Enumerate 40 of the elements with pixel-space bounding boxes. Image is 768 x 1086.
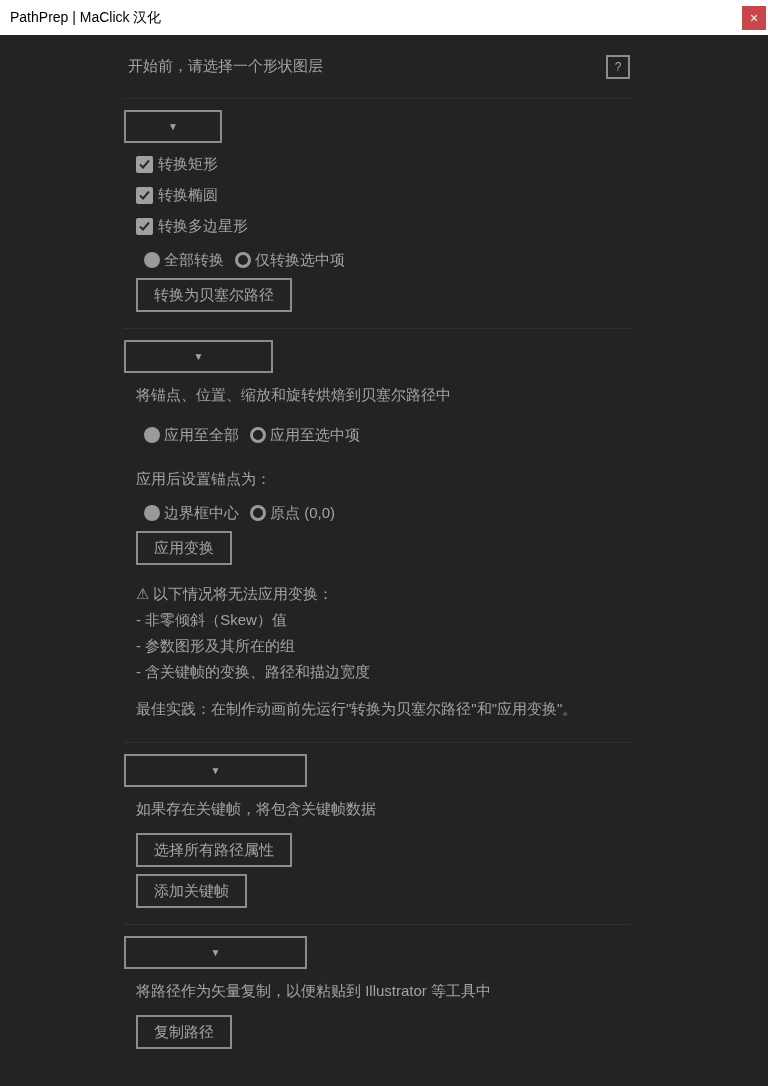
radio-button[interactable]	[235, 252, 251, 268]
action-button[interactable]: 应用变换	[136, 531, 232, 565]
action-button[interactable]: 添加关键帧	[136, 874, 247, 908]
section-dropdown[interactable]: ▼	[124, 340, 273, 373]
radio-label: 边界框中心	[164, 503, 239, 523]
section-dropdown[interactable]: ▼	[124, 110, 222, 143]
description-text: 将路径作为矢量复制，以便粘贴到 Illustrator 等工具中	[136, 981, 492, 1001]
radio-button[interactable]	[144, 505, 160, 521]
section-dropdown[interactable]: ▼	[124, 754, 307, 787]
checkbox[interactable]	[136, 217, 153, 235]
warning-line: ⚠ 以下情况将无法应用变换：	[136, 584, 335, 604]
description-text: 将锚点、位置、缩放和旋转烘焙到贝塞尔路径中	[136, 385, 451, 405]
action-button[interactable]: 转换为贝塞尔路径	[136, 278, 292, 312]
window-title: PathPrep | MaClick 汉化	[10, 8, 162, 27]
checkbox-label: 转换多边星形	[158, 216, 248, 236]
radio-label: 仅转换选中项	[255, 250, 345, 270]
radio-label: 原点 (0,0)	[270, 503, 335, 523]
radio-label: 应用至选中项	[270, 425, 360, 445]
description-text: 如果存在关键帧，将包含关键帧数据	[136, 799, 376, 819]
action-button[interactable]: 复制路径	[136, 1015, 232, 1049]
radio-button[interactable]	[250, 427, 266, 443]
section-dropdown[interactable]: ▼	[124, 936, 307, 969]
radio-button[interactable]	[250, 505, 266, 521]
warning-line: - 非零倾斜（Skew）值	[136, 610, 288, 630]
warning-line: - 参数图形及其所在的组	[136, 636, 297, 656]
radio-button[interactable]	[144, 252, 160, 268]
anchor-label: 应用后设置锚点为：	[136, 469, 271, 489]
description-text: 最佳实践：在制作动画前先运行"转换为贝塞尔路径"和"应用变换"。	[136, 699, 578, 719]
header-text: 开始前，请选择一个形状图层	[128, 56, 323, 77]
action-button[interactable]: 选择所有路径属性	[136, 833, 292, 867]
checkbox[interactable]	[136, 186, 153, 204]
radio-label: 全部转换	[164, 250, 224, 270]
checkbox[interactable]	[136, 155, 153, 173]
radio-button[interactable]	[144, 427, 160, 443]
warning-line: - 含关键帧的变换、路径和描边宽度	[136, 662, 371, 682]
checkbox-label: 转换矩形	[158, 154, 218, 174]
radio-label: 应用至全部	[164, 425, 239, 445]
help-button[interactable]: ?	[606, 54, 630, 79]
checkbox-label: 转换椭圆	[158, 185, 218, 205]
close-button[interactable]: ×	[742, 5, 766, 30]
